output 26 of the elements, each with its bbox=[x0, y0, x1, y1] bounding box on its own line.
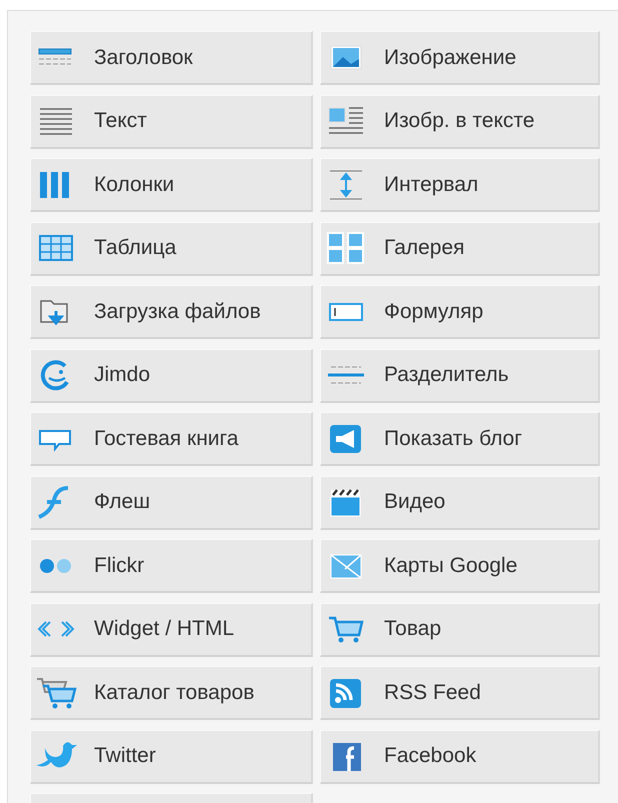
element-button[interactable]: Колонки bbox=[30, 158, 313, 212]
element-button[interactable]: Разделитель bbox=[320, 348, 600, 402]
element-button[interactable]: Twitter bbox=[30, 730, 313, 784]
element-button[interactable]: Товар bbox=[320, 602, 600, 656]
element-button[interactable]: Загрузка файлов bbox=[30, 285, 313, 339]
gallery-icon bbox=[325, 231, 367, 265]
element-button[interactable]: Видео bbox=[320, 476, 600, 530]
element-button[interactable]: Формуляр bbox=[320, 285, 600, 339]
element-button[interactable]: Jimdo bbox=[30, 348, 313, 402]
element-button[interactable]: Гостевая книга bbox=[30, 412, 313, 466]
element-button[interactable]: Flickr bbox=[30, 539, 313, 593]
element-button[interactable]: Показать блог bbox=[320, 412, 600, 466]
element-button[interactable]: Текст bbox=[30, 94, 313, 148]
element-button[interactable]: Таблица bbox=[30, 222, 313, 276]
element-button[interactable]: Facebook bbox=[320, 730, 600, 784]
element-button[interactable]: RSS Feed bbox=[320, 666, 600, 720]
element-button[interactable]: Галерея bbox=[320, 222, 600, 276]
element-button[interactable]: Заголовок bbox=[30, 31, 313, 85]
element-button[interactable]: Widget / HTML bbox=[30, 602, 313, 656]
carts-icon bbox=[35, 676, 77, 710]
element-button[interactable]: Интервал bbox=[320, 158, 600, 212]
element-button[interactable]: Флеш bbox=[30, 476, 313, 530]
element-button[interactable]: Каталог товаров bbox=[30, 666, 313, 720]
element-button[interactable]: Изображение bbox=[320, 31, 600, 85]
element-button[interactable]: Изобр. в тексте bbox=[320, 94, 600, 148]
element-button[interactable]: Карты Google bbox=[320, 539, 600, 593]
